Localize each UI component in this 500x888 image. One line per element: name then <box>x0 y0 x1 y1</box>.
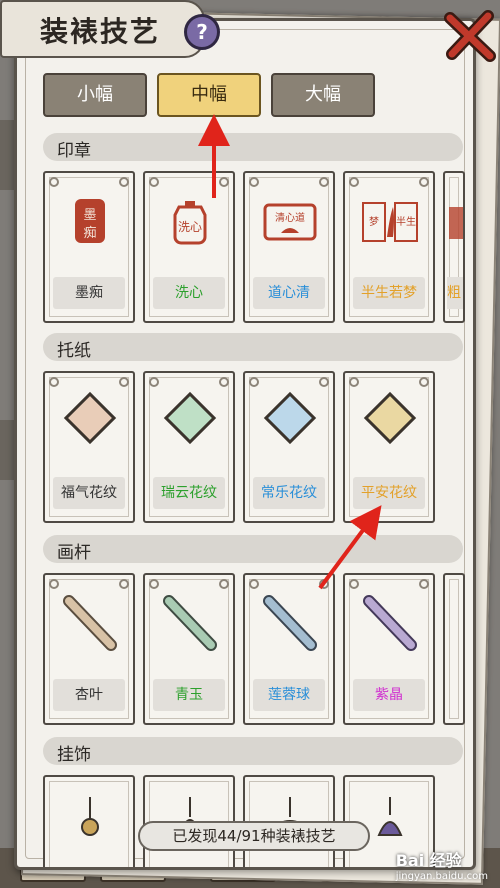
rod-card-qingyu[interactable]: 青玉 <box>143 573 235 725</box>
close-icon <box>444 10 496 62</box>
mounting-skills-panel: 小幅 中幅 大幅 印章 墨 痴 墨痴 洗心 洗心 清心道 道心清 梦 半生 半生… <box>14 18 476 870</box>
help-button[interactable]: ? <box>184 14 220 50</box>
scroll-rods-row: 杏叶 青玉 莲蓉球 紫晶 <box>43 573 465 725</box>
item-label: 瑞云花纹 <box>153 477 225 509</box>
svg-text:梦: 梦 <box>369 216 379 228</box>
seal-hand-icon: 梦 半生 <box>362 202 418 242</box>
seal-teapot-icon: 洗心 <box>173 201 207 245</box>
diamond-yellow-icon <box>363 391 417 445</box>
question-icon: ? <box>196 20 208 44</box>
seal-lotus-icon: 清心道 <box>263 203 317 241</box>
scroll-rod-tan-icon <box>63 595 117 651</box>
rod-card-partial[interactable] <box>443 573 465 725</box>
scroll-rod-purple-icon <box>363 595 417 651</box>
item-label: 半生若梦 <box>353 277 425 309</box>
svg-text:洗心: 洗心 <box>178 220 202 234</box>
svg-text:痴: 痴 <box>83 225 96 241</box>
close-button[interactable] <box>444 10 496 62</box>
item-label: 杏叶 <box>53 679 125 711</box>
rod-card-lianrongqiu[interactable]: 莲蓉球 <box>243 573 335 725</box>
paper-card-fuqi[interactable]: 福气花纹 <box>43 371 135 523</box>
diamond-blue-icon <box>263 391 317 445</box>
item-label: 青玉 <box>153 679 225 711</box>
tab-small[interactable]: 小幅 <box>43 73 147 117</box>
discovery-count: 已发现44/91种装裱技艺 <box>138 821 370 851</box>
diamond-green-icon <box>163 391 217 445</box>
svg-text:墨: 墨 <box>83 208 96 223</box>
ornament-card[interactable] <box>43 775 135 867</box>
page-title: 装裱技艺 <box>40 15 161 48</box>
section-title: 印章 <box>57 141 91 161</box>
svg-text:半生: 半生 <box>396 215 416 228</box>
seal-card-daoxinqing[interactable]: 清心道 道心清 <box>243 171 335 323</box>
section-header-seals: 印章 <box>43 133 463 161</box>
svg-text:清心道: 清心道 <box>275 211 305 224</box>
item-label: 福气花纹 <box>53 477 125 509</box>
paper-card-ruiyun[interactable]: 瑞云花纹 <box>143 371 235 523</box>
item-label: 紫晶 <box>353 679 425 711</box>
seal-card-banshengruomeng[interactable]: 梦 半生 半生若梦 <box>343 171 435 323</box>
section-header-scroll-rods: 画杆 <box>43 535 463 563</box>
scroll-rod-blue-icon <box>263 595 317 651</box>
section-header-ornaments: 挂饰 <box>43 737 463 765</box>
seal-partial-icon <box>449 207 463 239</box>
item-label: 粗 <box>447 277 463 309</box>
seal-card-xixin[interactable]: 洗心 洗心 <box>143 171 235 323</box>
item-label: 莲蓉球 <box>253 679 325 711</box>
rod-card-zijing[interactable]: 紫晶 <box>343 573 435 725</box>
baidu-watermark: Bai 经验 jingyan.baidu.com <box>395 851 488 882</box>
backing-paper-row: 福气花纹 瑞云花纹 常乐花纹 平安花纹 <box>43 371 435 523</box>
item-label: 墨痴 <box>53 277 125 309</box>
section-title: 画杆 <box>57 543 91 563</box>
scroll-rod-green-icon <box>163 595 217 651</box>
paper-card-changle[interactable]: 常乐花纹 <box>243 371 335 523</box>
item-label: 常乐花纹 <box>253 477 325 509</box>
seal-card-mochi[interactable]: 墨 痴 墨痴 <box>43 171 135 323</box>
item-label: 道心清 <box>253 277 325 309</box>
section-title: 托纸 <box>57 341 91 361</box>
tab-medium[interactable]: 中幅 <box>157 73 261 117</box>
item-label: 平安花纹 <box>353 477 425 509</box>
tab-large[interactable]: 大幅 <box>271 73 375 117</box>
size-tabs: 小幅 中幅 大幅 <box>43 73 375 117</box>
diamond-pink-icon <box>63 391 117 445</box>
section-title: 挂饰 <box>57 745 91 765</box>
seal-square-icon: 墨 痴 <box>75 199 105 243</box>
rod-card-xingye[interactable]: 杏叶 <box>43 573 135 725</box>
seal-card-partial[interactable]: 粗 <box>443 171 465 323</box>
section-header-backing-paper: 托纸 <box>43 333 463 361</box>
title-ribbon: 装裱技艺 <box>0 0 205 58</box>
paper-card-pingan[interactable]: 平安花纹 <box>343 371 435 523</box>
seals-row: 墨 痴 墨痴 洗心 洗心 清心道 道心清 梦 半生 半生若梦 粗 <box>43 171 465 323</box>
item-label: 洗心 <box>153 277 225 309</box>
ornament-icon <box>81 797 99 836</box>
